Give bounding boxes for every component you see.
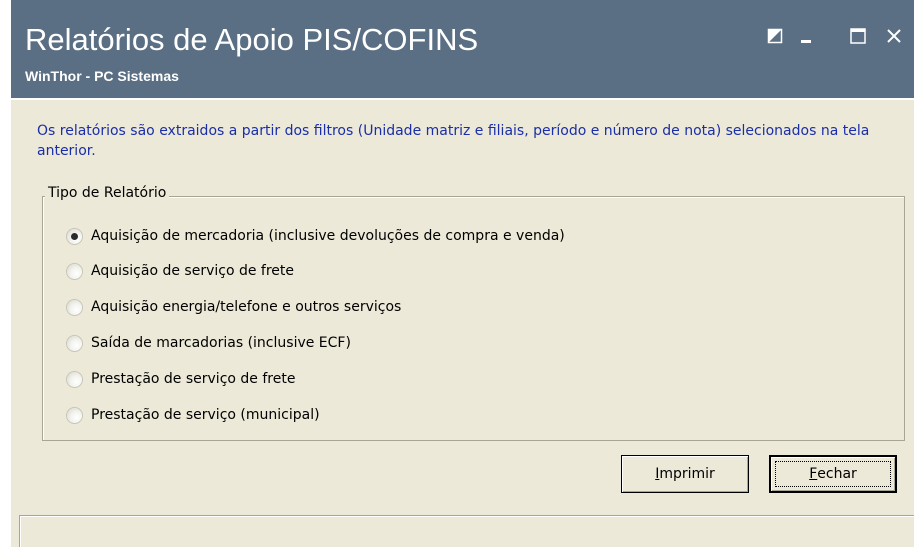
minimize-icon[interactable] — [794, 24, 818, 48]
focus-rect — [775, 461, 891, 487]
radio-saida-mercadorias[interactable]: Saída de marcadorias (inclusive ECF) — [67, 332, 351, 354]
info-text: Os relatórios são extraidos a partir dos… — [37, 123, 870, 159]
radio-button[interactable] — [67, 335, 82, 351]
maximize-icon[interactable] — [846, 24, 870, 48]
radio-label: Prestação de serviço de frete — [91, 371, 296, 387]
report-type-legend: Tipo de Relatório — [45, 185, 170, 201]
radio-label: Prestação de serviço (municipal) — [91, 407, 320, 423]
title-divider — [11, 98, 914, 100]
window-title: Relatórios de Apoio PIS/COFINS — [25, 22, 479, 57]
close-icon[interactable] — [882, 24, 906, 48]
print-label: mprimir — [659, 466, 715, 482]
title-bar: Relatórios de Apoio PIS/COFINS WinThor -… — [11, 0, 914, 98]
radio-prestacao-frete[interactable]: Prestação de serviço de frete — [67, 368, 295, 390]
window-subtitle: WinThor - PC Sistemas — [25, 68, 179, 84]
report-dialog: Relatórios de Apoio PIS/COFINS WinThor -… — [9, 0, 914, 547]
radio-aquisicao-mercadoria[interactable]: Aquisição de mercadoria (inclusive devol… — [67, 225, 565, 247]
radio-aquisicao-energia[interactable]: Aquisição energia/telefone e outros serv… — [67, 296, 401, 318]
radio-button[interactable] — [67, 371, 82, 387]
radio-prestacao-municipal[interactable]: Prestação de serviço (municipal) — [67, 404, 320, 426]
print-button[interactable]: Imprimir — [621, 455, 749, 493]
radio-aquisicao-frete[interactable]: Aquisição de serviço de frete — [67, 260, 294, 282]
radio-label: Saída de marcadorias (inclusive ECF) — [91, 335, 351, 351]
radio-button[interactable] — [67, 299, 82, 315]
bottom-panel — [19, 515, 914, 547]
radio-button-checked[interactable] — [67, 228, 82, 244]
radio-button[interactable] — [67, 407, 82, 423]
radio-button[interactable] — [67, 263, 82, 279]
close-button[interactable]: Fechar — [769, 455, 897, 493]
radio-label: Aquisição de serviço de frete — [91, 263, 294, 279]
restore-icon[interactable] — [763, 24, 787, 48]
radio-label: Aquisição energia/telefone e outros serv… — [91, 299, 402, 315]
radio-label: Aquisição de mercadoria (inclusive devol… — [91, 228, 565, 244]
